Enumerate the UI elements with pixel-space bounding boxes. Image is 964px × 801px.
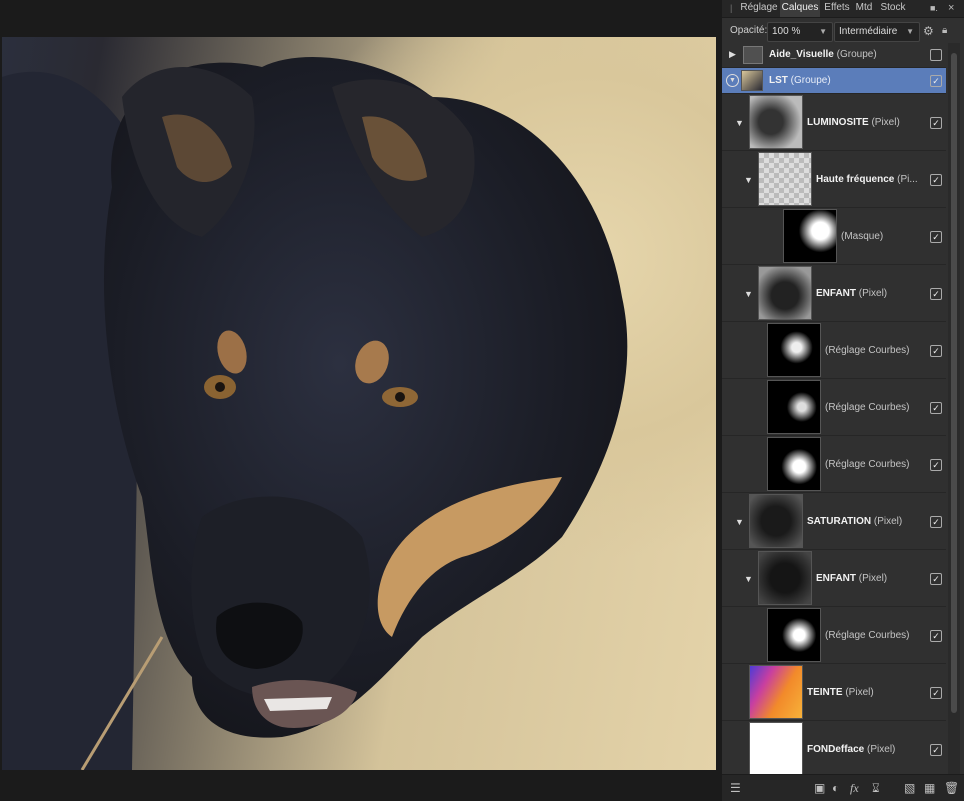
canvas-area[interactable] [0,0,722,800]
layer-row[interactable]: (Réglage Courbes) ✓ [722,607,946,664]
layer-thumbnail [749,665,803,719]
layer-row[interactable]: TEINTE (Pixel) ✓ [722,664,946,721]
expand-arrow-icon[interactable]: ▶ [729,49,736,60]
mask-thumbnail [783,209,837,263]
layer-name: (Réglage Courbes) [825,402,910,413]
layer-row[interactable]: ▶ Aide_Visuelle (Groupe) [722,43,946,68]
visibility-checkbox[interactable]: ✓ [930,117,942,129]
layer-row[interactable]: ▼ SATURATION (Pixel) ✓ [722,493,946,550]
dog-illustration [2,57,628,770]
visibility-checkbox[interactable]: ✓ [930,75,942,87]
visibility-checkbox[interactable]: ✓ [930,288,942,300]
visibility-checkbox[interactable]: ✓ [930,231,942,243]
visibility-checkbox[interactable]: ✓ [930,573,942,585]
adjustment-icon[interactable]: ◐ [832,781,839,795]
blend-mode-value: Intermédiaire [839,26,898,37]
layer-name: LUMINOSITE (Pixel) [807,117,900,128]
layer-name: (Réglage Courbes) [825,345,910,356]
layer-thumbnail [758,551,812,605]
visibility-checkbox[interactable]: ✓ [930,516,942,528]
trash-icon[interactable]: 🗑︎ [944,781,959,795]
visibility-checkbox[interactable]: ✓ [930,459,942,471]
visibility-checkbox[interactable]: ✓ [930,345,942,357]
layer-row[interactable]: ▼ ENFANT (Pixel) ✓ [722,550,946,607]
layer-row[interactable]: ▼ Haute fréquence (Pi... ✓ [722,151,946,208]
opacity-value: 100 % [772,26,801,37]
group-folder-icon [743,46,763,64]
menu-icon[interactable]: ■. [930,0,938,17]
tab-calques[interactable]: Calques [780,0,820,17]
layer-name: ENFANT (Pixel) [816,288,888,299]
gear-icon[interactable]: ⚙ [923,24,934,38]
collapse-arrow-icon[interactable]: ▼ [744,289,753,299]
adjustment-thumbnail [767,437,821,491]
tab-stock[interactable]: Stock [878,0,908,17]
opacity-label: Opacité: [730,25,768,36]
adjustment-thumbnail [767,608,821,662]
scroll-thumb[interactable] [951,53,957,713]
visibility-checkbox[interactable]: ✓ [930,402,942,414]
adjustment-thumbnail [767,380,821,434]
tab-effets[interactable]: Effets [823,0,851,17]
layer-row[interactable]: ▼ LUMINOSITE (Pixel) ✓ [722,94,946,151]
collapse-arrow-icon[interactable]: ▼ [744,574,753,584]
visibility-checkbox[interactable] [930,49,942,61]
layer-name: LST (Groupe) [769,75,831,86]
layer-row[interactable]: (Réglage Courbes) ✓ [722,379,946,436]
opacity-row: Opacité: 100 % ▼ Intermédiaire ▼ ⚙ 🔒︎ [722,19,964,43]
layers-icon[interactable]: ☰ [730,781,741,795]
layer-row[interactable]: (Réglage Courbes) ✓ [722,322,946,379]
tab-mtd[interactable]: Mtd [853,0,875,17]
layer-name: ENFANT (Pixel) [816,573,888,584]
opacity-dropdown[interactable]: 100 % ▼ [767,22,833,42]
layer-thumbnail [758,266,812,320]
dog-photo[interactable] [2,37,716,770]
layers-scrollbar[interactable] [948,43,960,774]
layers-toolbar: ☰ ▣ ◐ fx ⌛︎ ▧ ▦ 🗑︎ [722,774,964,801]
layer-row[interactable]: (Réglage Courbes) ✓ [722,436,946,493]
layer-row[interactable]: FONDefface (Pixel) ✓ [722,721,946,774]
visibility-checkbox[interactable]: ✓ [930,630,942,642]
layer-name: Aide_Visuelle (Groupe) [769,49,877,60]
tab-separator-icon: | [730,3,733,13]
layer-thumbnail [749,722,803,774]
layer-list: ▶ Aide_Visuelle (Groupe) ▼ LST (Groupe) … [722,43,964,774]
layer-name: (Masque) [841,231,884,242]
visibility-checkbox[interactable]: ✓ [930,687,942,699]
layer-thumbnail [758,152,812,206]
lock-icon[interactable]: 🔒︎ [942,25,947,36]
add-pixel-layer-icon[interactable]: ▦ [924,781,935,795]
collapse-arrow-icon[interactable]: ▼ [735,118,744,128]
visibility-checkbox[interactable]: ✓ [930,744,942,756]
chevron-down-icon: ▼ [906,27,914,36]
fx-icon[interactable]: fx [850,781,859,796]
layer-name: TEINTE (Pixel) [807,687,874,698]
layers-panel: | Réglage Calques Effets Mtd Stock ■. × … [722,0,964,801]
layer-name: FONDefface (Pixel) [807,744,896,755]
adjustment-thumbnail [767,323,821,377]
layer-row[interactable]: ▼ ENFANT (Pixel) ✓ [722,265,946,322]
collapse-arrow-icon[interactable]: ▼ [735,517,744,527]
blend-mode-dropdown[interactable]: Intermédiaire ▼ [834,22,920,42]
chevron-down-icon: ▼ [819,27,827,36]
collapse-arrow-icon[interactable]: ▼ [744,175,753,185]
close-icon[interactable]: × [948,0,954,17]
layer-thumbnail [749,95,803,149]
layer-thumbnail [741,70,763,91]
layer-row[interactable]: (Masque) ✓ [722,208,946,265]
layer-name: SATURATION (Pixel) [807,516,903,527]
panel-tabs: | Réglage Calques Effets Mtd Stock ■. × [722,0,964,18]
folder-icon[interactable]: ▧ [904,781,915,795]
visibility-checkbox[interactable]: ✓ [930,174,942,186]
layer-name: (Réglage Courbes) [825,459,910,470]
layer-name: Haute fréquence (Pi... [816,174,918,185]
live-filter-icon[interactable]: ⌛︎ [872,781,880,796]
layer-row[interactable]: ▼ LST (Groupe) ✓ [722,68,946,94]
layer-name: (Réglage Courbes) [825,630,910,641]
tab-reglage[interactable]: Réglage [740,0,778,17]
collapse-arrow-icon[interactable]: ▼ [726,74,739,87]
layer-thumbnail [749,494,803,548]
mask-icon[interactable]: ▣ [814,781,825,795]
